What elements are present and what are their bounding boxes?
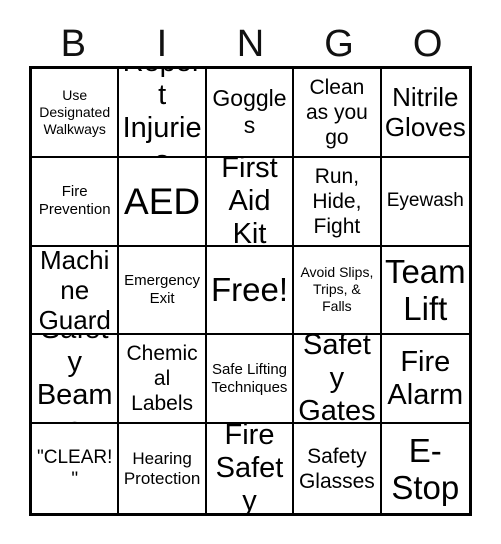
bingo-cell[interactable]: Eyewash [381,157,469,247]
bingo-cell[interactable]: Run, Hide, Fight [294,157,382,247]
bingo-header-letter-i: I [156,23,168,65]
bingo-grid: Use Designated WalkwaysReport InjuriesGo… [29,66,472,516]
bingo-cell-label: Clean as you go [305,75,368,149]
bingo-cell[interactable]: AED [119,157,207,247]
bingo-cell-label: Chemical Labels [126,342,198,416]
bingo-cell[interactable]: Fire Prevention [32,157,120,247]
bingo-cell[interactable]: Nitrile Gloves [381,69,469,158]
bingo-cell[interactable]: Team Lift [381,246,469,336]
bingo-cell-label: Nitrile Gloves [384,82,466,143]
bingo-header-row: B I N G O [29,18,472,64]
bingo-header-letter-n: N [236,23,265,65]
bingo-cell-label: Avoid Slips, Trips, & Falls [300,264,374,315]
bingo-cell-label: Use Designated Walkways [39,86,111,137]
bingo-cell-label: AED [124,180,201,222]
bingo-cell-label: Safety Gates [298,335,376,425]
bingo-cell-label: Emergency Exit [124,271,201,307]
bingo-cell[interactable]: Fire Alarm [381,335,469,425]
bingo-cell[interactable]: Hearing Protection [119,424,207,513]
bingo-cell[interactable]: Safety Beams [32,335,120,425]
bingo-cell-label: Run, Hide, Fight [312,164,362,238]
bingo-cell[interactable]: Report Injuries [119,69,207,158]
bingo-cell-label: Free! [210,271,288,309]
bingo-cell-label: Fire Safety [215,424,284,513]
bingo-cell-label: Safety Beams [36,335,113,422]
bingo-cell-free-space[interactable]: Free! [206,246,295,336]
bingo-header-letter-b: B [60,23,86,65]
bingo-cell[interactable]: First Aid Kit [206,157,295,247]
bingo-cell-label: Safe Lifting Techniques [211,360,288,396]
bingo-cell-label: Safety Glasses [298,444,375,493]
bingo-cell[interactable]: Goggles [206,69,295,158]
bingo-cell-label: "CLEAR!" [37,446,113,490]
bingo-cell-label: Machine Guard [38,246,111,335]
bingo-cell-label: Fire Alarm [387,345,464,411]
bingo-header-letter-g: G [324,23,354,65]
bingo-cell[interactable]: Emergency Exit [119,246,207,336]
bingo-card: B I N G O Use Designated WalkwaysReport … [0,0,501,544]
bingo-cell[interactable]: Safety Glasses [294,424,382,513]
bingo-cell-label: Hearing Protection [123,448,201,488]
bingo-cell-label: Goggles [212,85,287,139]
bingo-cell-label: First Aid Kit [221,157,278,247]
bingo-cell-label: Report Injuries [122,69,202,156]
bingo-cell[interactable]: Safe Lifting Techniques [206,335,295,425]
bingo-header-letter-o: O [412,23,443,65]
bingo-cell[interactable]: Machine Guard [32,246,120,336]
bingo-cell[interactable]: Safety Gates [294,335,382,425]
bingo-cell[interactable]: Avoid Slips, Trips, & Falls [294,246,382,336]
bingo-cell[interactable]: E-Stop [381,424,469,513]
bingo-cell[interactable]: Clean as you go [294,69,382,158]
bingo-cell-label: Team Lift [384,252,466,327]
bingo-cell[interactable]: Fire Safety [206,424,295,513]
bingo-cell[interactable]: Chemical Labels [119,335,207,425]
bingo-cell-label: Eyewash [386,190,464,212]
bingo-cell-label: E-Stop [391,431,460,506]
bingo-cell[interactable]: "CLEAR!" [32,424,120,513]
bingo-cell-label: Fire Prevention [38,183,111,219]
bingo-cell[interactable]: Use Designated Walkways [32,69,120,158]
